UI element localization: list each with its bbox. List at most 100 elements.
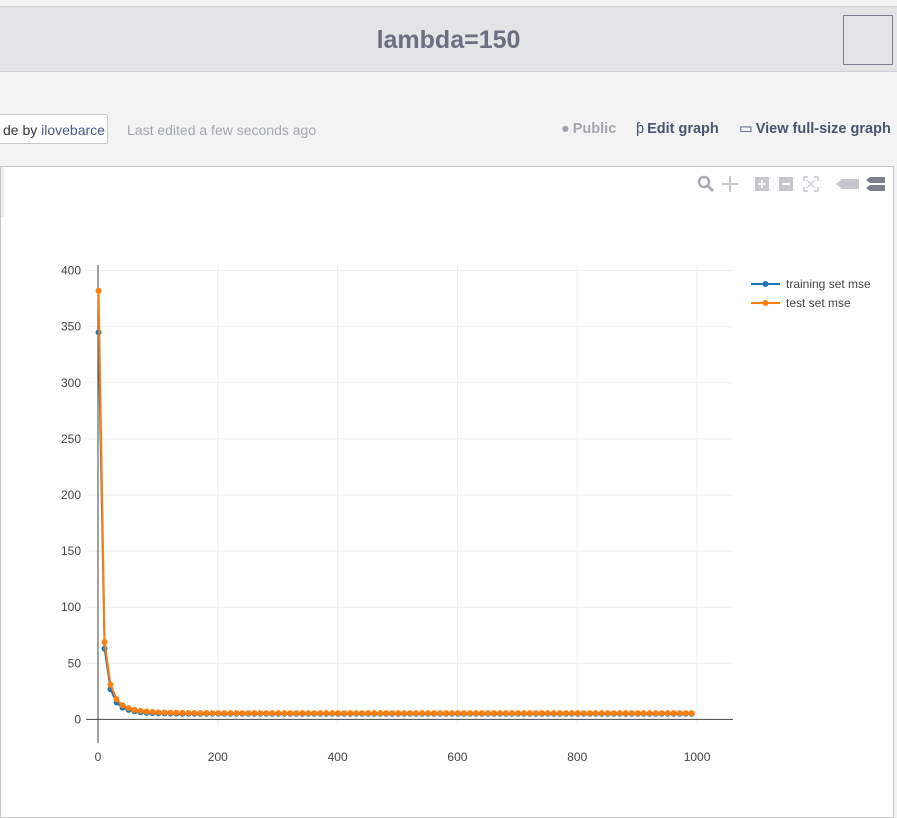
series-1-point [275, 710, 282, 717]
series-1-point [311, 710, 318, 717]
thumbnail-box[interactable] [843, 15, 893, 65]
x-tick-label: 200 [208, 750, 228, 764]
series-1-point [137, 707, 144, 714]
series-1-point [616, 710, 623, 717]
series-1-point [167, 709, 174, 716]
series-1-point [377, 710, 384, 717]
series-1-point [556, 710, 563, 717]
series-1-point [125, 705, 132, 712]
series-1-point [682, 710, 689, 717]
fork-icon: ƥ [636, 121, 645, 137]
series-1-point [143, 708, 150, 715]
series-1-point [431, 710, 438, 717]
legend[interactable]: training set mse test set mse [751, 277, 871, 310]
series-1-point [281, 710, 288, 717]
series-1-point [508, 710, 515, 717]
series-1-point [449, 710, 456, 717]
series-1-point [215, 710, 222, 717]
series-1-point [568, 710, 575, 717]
y-tick-label: 350 [61, 320, 81, 334]
series-line-1 [97, 290, 692, 715]
series-1-point [401, 710, 408, 717]
series-1-point [293, 710, 300, 717]
x-tick-label: 600 [447, 750, 467, 764]
x-tick-label: 0 [95, 750, 102, 764]
author-link[interactable]: ilovebarce [41, 122, 105, 138]
series-1-point [538, 710, 545, 717]
series-1-point [251, 710, 258, 717]
series-1-point [580, 710, 587, 717]
y-tick-label: 50 [68, 656, 82, 670]
series-1-point [263, 710, 270, 717]
series-1-point [472, 710, 479, 717]
public-link[interactable]: ● Public [561, 121, 616, 137]
series-1-point [443, 710, 450, 717]
legend-marker-1 [762, 300, 769, 306]
series-1-point [161, 709, 168, 716]
page-title: lambda=150 [376, 26, 521, 54]
series-1-point [395, 710, 402, 717]
legend-label-0: training set mse [786, 277, 871, 291]
series-1-point [550, 710, 557, 717]
series-1-point [544, 710, 551, 717]
grid-lines [86, 265, 733, 725]
public-label: Public [572, 121, 617, 137]
series-1-point [149, 708, 156, 715]
series-1-point [131, 706, 138, 713]
globe-icon: ● [561, 121, 570, 137]
series-1-point [257, 710, 264, 717]
series-1-point [526, 710, 533, 717]
series-1-point [197, 710, 204, 717]
series-1-point [365, 710, 372, 717]
series-1-point [598, 710, 605, 717]
series-1-point [173, 709, 180, 716]
series-1-point [341, 710, 348, 717]
series-1-point [335, 710, 342, 717]
series-1-point [670, 710, 677, 717]
series-1-point [209, 710, 216, 717]
series-1-point [658, 710, 665, 717]
view-full-size-link[interactable]: ▭ View full-size graph [739, 121, 891, 137]
y-tick-label: 150 [61, 544, 81, 558]
series-1-point [664, 710, 671, 717]
y-tick-label: 400 [61, 264, 81, 278]
series-1-point [413, 710, 420, 717]
series-1-point [490, 710, 497, 717]
series-1-point [359, 710, 366, 717]
series-1-point [299, 710, 306, 717]
series-1-point [676, 710, 683, 717]
y-tick-label: 0 [74, 712, 81, 726]
series-1-point [496, 710, 503, 717]
series-1-point [604, 710, 611, 717]
monitor-icon: ▭ [739, 121, 753, 137]
series-1-point [419, 710, 426, 717]
series-1-point [221, 710, 228, 717]
series-1-point [407, 710, 414, 717]
series-1-point [688, 710, 695, 717]
series-1-point [574, 710, 581, 717]
series-1-point [467, 710, 474, 717]
series-1-point [622, 710, 629, 717]
series-1-point [203, 710, 210, 717]
series-1-point [101, 638, 108, 645]
series-1-point [592, 710, 599, 717]
series-1-point [628, 710, 635, 717]
series-1-point [353, 710, 360, 717]
edit-graph-label: Edit graph [647, 121, 719, 137]
title-bar: lambda=150 [0, 6, 897, 72]
chart[interactable]: 0 50 100 150 200 250 300 350 400 0 200 400 600 800 100… [1, 167, 895, 817]
series-1-point [383, 710, 390, 717]
series-1-point [155, 709, 162, 716]
series-1-point [484, 710, 491, 717]
series-layer [95, 287, 695, 717]
series-1-point [233, 710, 240, 717]
series-1-point [640, 710, 647, 717]
series-1-point [646, 710, 653, 717]
series-1-point [323, 710, 330, 717]
series-1-point [269, 710, 276, 717]
y-tick-label: 100 [61, 600, 81, 614]
series-1-point [425, 710, 432, 717]
edit-graph-link[interactable]: ƥ Edit graph [636, 121, 719, 137]
author-box[interactable]: de by ilovebarce [0, 114, 108, 144]
series-1-point [389, 710, 396, 717]
